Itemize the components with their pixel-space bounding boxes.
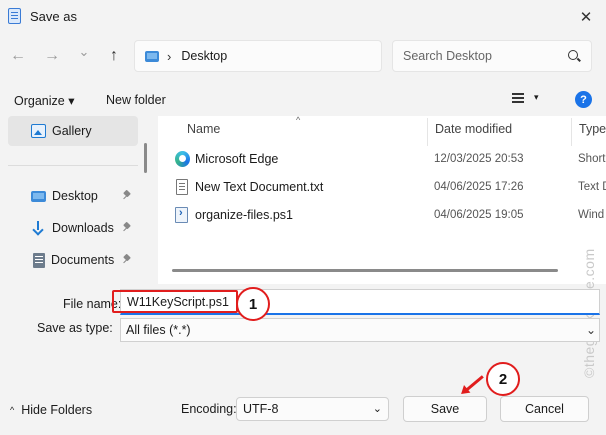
chevron-up-icon: ^ (10, 405, 15, 415)
downloads-icon (31, 221, 46, 235)
hide-folders-label: Hide Folders (21, 403, 93, 417)
column-divider[interactable] (427, 118, 428, 146)
text-file-icon (176, 179, 188, 195)
forward-button[interactable]: → (40, 44, 64, 68)
navigation-bar: ← → ⌄ ↑ › Desktop (0, 34, 606, 80)
window-title: Save as (30, 9, 77, 24)
up-button[interactable]: ↑ (102, 44, 126, 68)
sidebar-item-documents[interactable]: Documents (0, 245, 142, 275)
file-date: 12/03/2025 20:53 (434, 153, 524, 165)
pin-icon[interactable] (123, 255, 131, 263)
edge-icon (175, 151, 190, 167)
pin-icon[interactable] (123, 223, 131, 231)
chevron-down-icon: ⌄ (372, 403, 382, 415)
title-bar: Save as ✕ (0, 0, 606, 34)
save-as-type-value: All files (*.*) (126, 323, 191, 337)
search-icon[interactable] (567, 49, 581, 63)
chevron-down-icon: ▾ (534, 92, 539, 102)
file-type: Text D (578, 181, 606, 193)
new-folder-button[interactable]: New folder (106, 93, 166, 107)
encoding-select[interactable]: UTF-8 ⌄ (236, 397, 389, 421)
save-as-type-select[interactable]: All files (*.*) ⌄ (120, 318, 600, 342)
view-options-button[interactable]: ▾ (512, 92, 539, 103)
file-row[interactable]: organize-files.ps1 04/06/2025 19:05 Wind (158, 202, 606, 228)
sidebar-item-label: Desktop (52, 189, 98, 203)
watermark-text: ©thegeekpage.com (581, 198, 597, 378)
breadcrumb-desktop[interactable]: Desktop (181, 49, 227, 63)
file-row[interactable]: New Text Document.txt 04/06/2025 17:26 T… (158, 174, 606, 200)
sort-ascending-icon: ^ (296, 116, 301, 125)
step-1-badge: 1 (236, 287, 270, 321)
chevron-down-icon: ⌄ (585, 323, 596, 337)
horizontal-scrollbar[interactable] (172, 269, 558, 272)
sidebar-scrollbar[interactable] (144, 143, 147, 173)
command-bar: Organize ▾ New folder ▾ ? (0, 80, 606, 120)
desktop-icon (31, 190, 46, 202)
sidebar-divider (8, 165, 138, 166)
sidebar-item-label: Downloads (52, 221, 114, 235)
file-row[interactable]: Microsoft Edge 12/03/2025 20:53 Short (158, 146, 606, 172)
save-as-type-label: Save as type: (37, 321, 113, 335)
documents-icon (33, 252, 45, 268)
encoding-value: UTF-8 (243, 402, 279, 416)
gallery-icon (31, 124, 46, 138)
address-bar[interactable]: › Desktop (134, 40, 382, 72)
organize-menu[interactable]: Organize ▾ (14, 93, 74, 108)
navigation-pane: Gallery Desktop Downloads Documents (0, 116, 142, 284)
save-button[interactable]: Save (403, 396, 487, 422)
notepad-icon (8, 8, 21, 24)
file-date: 04/06/2025 17:26 (434, 181, 524, 193)
file-name-highlight (112, 290, 238, 313)
sidebar-item-gallery[interactable]: Gallery (8, 116, 138, 146)
recent-locations-button[interactable]: ⌄ (72, 40, 96, 64)
file-date: 04/06/2025 19:05 (434, 209, 524, 221)
sidebar-item-desktop[interactable]: Desktop (0, 181, 142, 211)
file-name: Microsoft Edge (195, 152, 279, 166)
breadcrumb-chevron-icon[interactable]: › (167, 49, 171, 64)
desktop-icon (145, 50, 159, 62)
sidebar-item-downloads[interactable]: Downloads (0, 213, 142, 243)
sidebar-item-label: Gallery (52, 124, 92, 138)
sidebar-item-label: Documents (51, 253, 115, 267)
footer: ^ Hide Folders Encoding: UTF-8 ⌄ Save Ca… (0, 383, 606, 435)
back-button[interactable]: ← (6, 44, 30, 68)
encoding-label: Encoding: (181, 402, 237, 416)
hide-folders-button[interactable]: ^ Hide Folders (10, 403, 92, 417)
cancel-button[interactable]: Cancel (500, 396, 589, 422)
help-icon[interactable]: ? (575, 91, 592, 108)
file-name: organize-files.ps1 (195, 208, 293, 222)
column-header-name[interactable]: Name (187, 116, 220, 142)
pin-icon[interactable] (123, 191, 131, 199)
list-view-icon (512, 92, 524, 103)
file-list: Name ^ Date modified Type Microsoft Edge… (158, 116, 606, 284)
column-header-type[interactable]: Type (579, 116, 606, 142)
search-input[interactable] (403, 49, 553, 63)
column-divider[interactable] (571, 118, 572, 146)
file-type: Short (578, 153, 606, 165)
search-box[interactable] (392, 40, 592, 72)
close-button[interactable]: ✕ (572, 4, 600, 30)
powershell-file-icon (175, 207, 188, 223)
file-name: New Text Document.txt (195, 180, 324, 194)
column-header-date-modified[interactable]: Date modified (435, 116, 512, 142)
